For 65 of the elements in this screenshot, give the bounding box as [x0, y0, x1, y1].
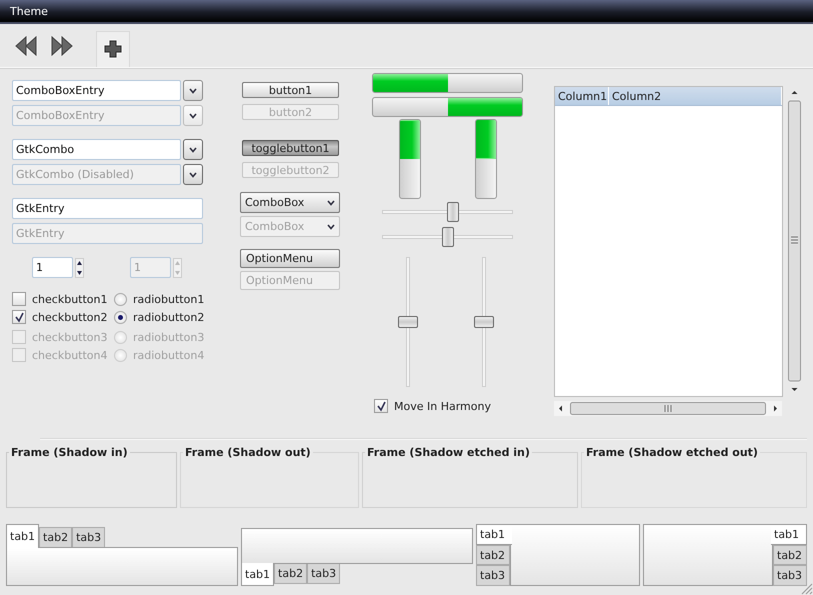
dropdown-button[interactable]: [183, 139, 203, 160]
checkbox[interactable]: [12, 292, 26, 306]
checkbox-label: Move In Harmony: [394, 400, 491, 412]
radio-label: radiobutton2: [133, 310, 204, 324]
chevron-down-icon: [189, 88, 197, 94]
slider[interactable]: [382, 227, 513, 247]
tab[interactable]: tab3: [307, 564, 340, 584]
radio-label: radiobutton4: [133, 348, 204, 362]
toggle-button[interactable]: togglebutton1: [242, 140, 339, 156]
column-header[interactable]: Column1: [555, 87, 609, 105]
push-button[interactable]: button1: [242, 82, 339, 98]
chevron-down-icon: [189, 112, 197, 118]
rewind-icon: [15, 36, 37, 56]
frame-label: Frame (Shadow etched out): [585, 446, 759, 459]
combo-entry-field[interactable]: ComboBoxEntry: [12, 80, 181, 101]
tab[interactable]: tab3: [72, 527, 106, 547]
fast-forward-icon: [51, 36, 73, 56]
tab[interactable]: tab2: [39, 527, 72, 547]
checkbox[interactable]: [12, 310, 26, 324]
window-title: Theme: [10, 4, 48, 18]
slider[interactable]: [382, 202, 513, 222]
slider[interactable]: [474, 257, 494, 387]
radio-button[interactable]: [114, 292, 127, 306]
horizontal-scrollbar[interactable]: [554, 401, 782, 416]
dropdown-button[interactable]: [183, 105, 203, 126]
slider-thumb[interactable]: [442, 227, 454, 247]
chevron-down-icon: [189, 146, 197, 152]
radio-label: radiobutton1: [133, 292, 204, 306]
chevron-down-icon: [189, 172, 197, 178]
radio-button[interactable]: [114, 310, 127, 324]
spin-arrows-icon[interactable]: [75, 258, 84, 278]
column-header[interactable]: Column2: [609, 87, 782, 105]
checkbox-label: checkbutton1: [32, 292, 108, 306]
checkbox-label: checkbutton3: [32, 330, 108, 344]
tab[interactable]: tab3: [773, 565, 807, 586]
slider-thumb[interactable]: [474, 316, 494, 328]
add-button[interactable]: [96, 30, 130, 66]
tab[interactable]: tab1: [476, 524, 512, 545]
slider-thumb[interactable]: [398, 316, 418, 328]
checkbox[interactable]: [374, 399, 388, 413]
frame-label: Frame (Shadow in): [10, 446, 129, 459]
chevron-down-icon: [327, 224, 335, 230]
combo-field[interactable]: GtkCombo: [12, 139, 181, 160]
chevron-down-icon: [327, 200, 335, 206]
tab[interactable]: tab2: [476, 544, 510, 566]
tab[interactable]: tab1: [241, 563, 274, 586]
tab[interactable]: tab2: [274, 564, 308, 584]
tab[interactable]: tab3: [476, 565, 510, 586]
frame-label: Frame (Shadow etched in): [366, 446, 531, 459]
spin-field[interactable]: 1: [32, 257, 73, 278]
radio-label: radiobutton3: [133, 330, 204, 344]
slider-thumb[interactable]: [446, 202, 459, 222]
frame-label: Frame (Shadow out): [184, 446, 312, 459]
option-menu[interactable]: OptionMenu: [240, 249, 340, 268]
plus-icon: [104, 40, 122, 58]
dropdown-button[interactable]: [183, 80, 203, 101]
checkbox-label: checkbutton4: [32, 348, 108, 362]
checkbox-label: checkbutton2: [32, 310, 108, 324]
dropdown-button[interactable]: [183, 164, 203, 185]
tab[interactable]: tab1: [6, 524, 40, 548]
slider[interactable]: [398, 257, 418, 387]
tab[interactable]: tab1: [771, 524, 807, 545]
combo-box[interactable]: ComboBox: [240, 192, 340, 213]
tab[interactable]: tab2: [773, 544, 807, 566]
text-field[interactable]: GtkEntry: [12, 198, 203, 219]
